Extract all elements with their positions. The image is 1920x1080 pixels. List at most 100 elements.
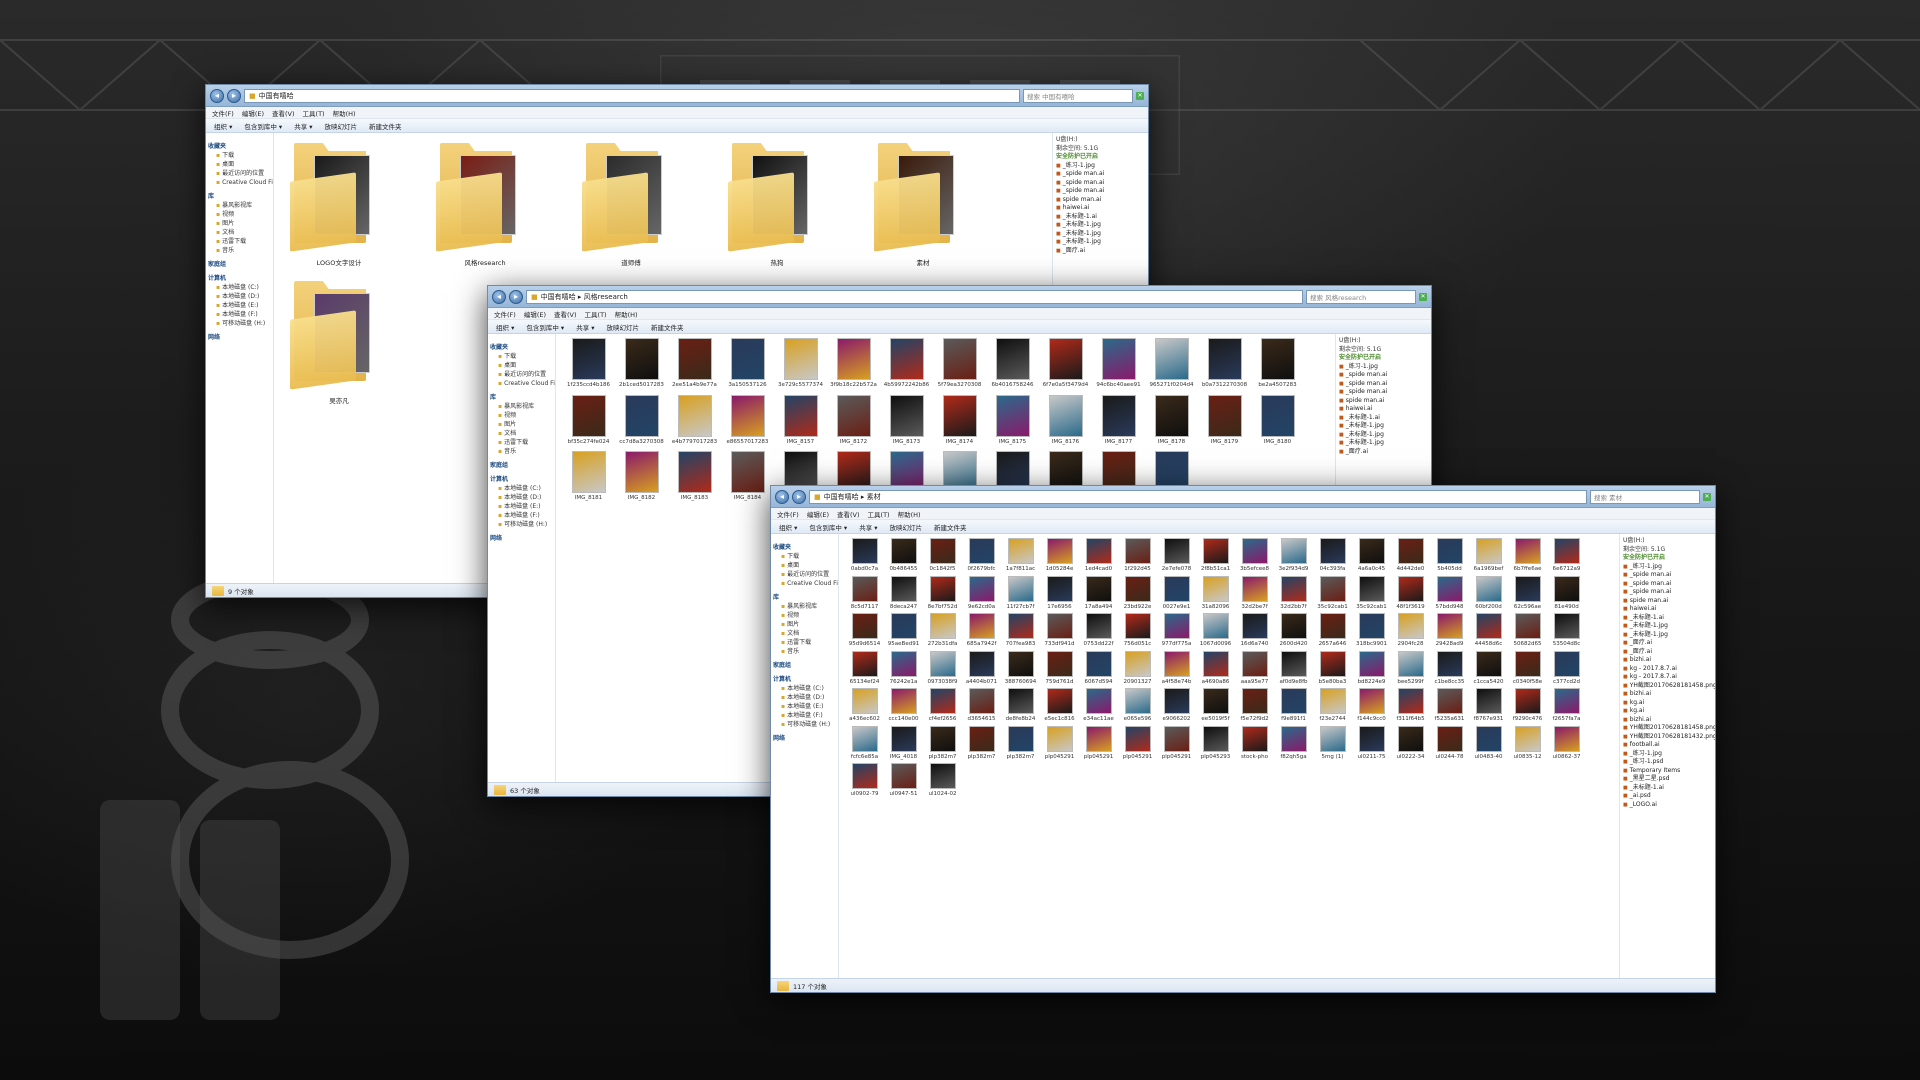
nav-group[interactable]: 计算机	[490, 475, 553, 484]
drive-file[interactable]: _未标题-1.ai	[1623, 614, 1712, 623]
file-thumbnail[interactable]: plp045291	[1040, 725, 1079, 761]
drive-file[interactable]: _面疗.ai	[1623, 648, 1712, 657]
folder-tile[interactable]: 素材	[868, 137, 978, 267]
drive-file[interactable]: Temporary Items	[1623, 767, 1712, 776]
nav-item[interactable]: 本地磁盘 (D:)	[773, 693, 836, 702]
back-button[interactable]: ◂	[775, 489, 789, 504]
file-thumbnail[interactable]: 388760694	[1001, 650, 1040, 686]
drive-file[interactable]: bizhi.ai	[1623, 690, 1712, 699]
file-thumbnail[interactable]: c0340f58e	[1508, 650, 1547, 686]
file-thumbnail[interactable]: 8deca247	[884, 575, 923, 611]
nav-item[interactable]: 桌面	[208, 160, 271, 169]
file-thumbnail[interactable]: IMG_8180	[1251, 394, 1304, 446]
nav-item[interactable]: 最近访问的位置	[773, 570, 836, 579]
file-thumbnail[interactable]: 272b31dfa	[923, 613, 962, 648]
file-thumbnail[interactable]: be2a4507283	[1251, 338, 1304, 389]
drive-file[interactable]: _面疗.ai	[1623, 639, 1712, 648]
address-bar[interactable]: ■ 中国有嘻哈 ▸ 风格research	[526, 289, 1303, 304]
drive-file[interactable]: _黑星二星.psd	[1623, 775, 1712, 784]
file-thumbnail[interactable]: 32d2be7f	[1235, 575, 1274, 611]
close-icon[interactable]: ✕	[1703, 492, 1711, 501]
drive-file[interactable]: kg - 2017.8.7.ai	[1623, 673, 1712, 682]
file-thumbnail[interactable]: 1d05284e	[1040, 538, 1079, 573]
drive-file[interactable]: _未标题-1.jpg	[1056, 221, 1145, 230]
nav-item[interactable]: 本地磁盘 (D:)	[208, 292, 271, 301]
nav-item[interactable]: 本地磁盘 (E:)	[208, 301, 271, 310]
file-thumbnail[interactable]: 2657a646	[1313, 613, 1352, 648]
file-thumbnail[interactable]: 977df775a	[1157, 613, 1196, 648]
drive-file[interactable]: _spide man.ai	[1339, 380, 1428, 389]
file-thumbnail[interactable]: e065e596	[1118, 688, 1157, 723]
file-thumbnail[interactable]: 11f27cb7f	[1001, 575, 1040, 611]
file-thumbnail[interactable]: ul0902-79	[845, 763, 884, 798]
file-thumbnail[interactable]: e5ec1c816	[1040, 688, 1079, 723]
drive-file[interactable]: kg.ai	[1623, 699, 1712, 708]
file-thumbnail[interactable]: ee5019f5f	[1196, 688, 1235, 723]
file-thumbnail[interactable]: 1067d0096	[1196, 613, 1235, 648]
nav-item[interactable]: 文档	[490, 429, 553, 438]
drive-file[interactable]: football.ai	[1623, 741, 1712, 750]
close-icon[interactable]: ✕	[1419, 292, 1427, 301]
drive-file[interactable]: _练习-1.jpg	[1623, 563, 1712, 572]
file-thumbnail[interactable]: 50682d65	[1508, 613, 1547, 648]
menu-file[interactable]: 文件(F)	[494, 309, 516, 319]
drive-file[interactable]: _面疗.ai	[1056, 247, 1145, 256]
drive-file[interactable]: haiwei.ai	[1339, 405, 1428, 414]
menu-help[interactable]: 帮助(H)	[898, 509, 921, 519]
file-thumbnail[interactable]: cc7d8a3270308	[615, 394, 668, 446]
drive-file[interactable]: spide man.ai	[1339, 397, 1428, 406]
nav-item[interactable]: 本地磁盘 (C:)	[773, 684, 836, 693]
file-thumbnail[interactable]: bf35c274fe024	[562, 394, 615, 446]
file-thumbnail[interactable]: IMG_8175	[986, 394, 1039, 446]
drive-file[interactable]: bizhi.ai	[1623, 716, 1712, 725]
drive-file[interactable]: YH截图20170628181458.png	[1623, 724, 1715, 733]
folder-tile[interactable]: LOGO文字设计	[284, 137, 394, 267]
nav-item[interactable]: 暴风影视库	[208, 201, 271, 210]
drive-file[interactable]: kg - 2017.8.7.ai	[1623, 665, 1712, 674]
include-library-button[interactable]: 包含到库中 ▾	[526, 322, 564, 332]
nav-item[interactable]: 迅雷下载	[490, 438, 553, 447]
file-thumbnail[interactable]: plp382m7	[923, 725, 962, 761]
file-thumbnail[interactable]: 318bc9901	[1352, 613, 1391, 648]
drive-file[interactable]: _未标题-1.jpg	[1056, 230, 1145, 239]
file-thumbnail[interactable]: ul1024-02	[923, 763, 962, 798]
new-folder-button[interactable]: 新建文件夹	[651, 322, 684, 332]
drive-file[interactable]: _ai.psd	[1623, 792, 1712, 801]
file-thumbnail[interactable]: 6a1969bef	[1469, 538, 1508, 573]
drive-file[interactable]: _spide man.ai	[1056, 187, 1145, 196]
file-thumbnail[interactable]: stock-pho	[1235, 725, 1274, 761]
file-thumbnail[interactable]: f9290c476	[1508, 688, 1547, 723]
drive-file[interactable]: _面疗.ai	[1339, 448, 1428, 457]
drive-file[interactable]: _练习-1.jpg	[1623, 750, 1712, 759]
file-thumbnail[interactable]: b0a7312270308	[1198, 338, 1251, 389]
nav-group[interactable]: 网络	[773, 734, 836, 743]
file-thumbnail[interactable]: f5e72f9d2	[1235, 688, 1274, 723]
back-button[interactable]: ◂	[210, 88, 224, 103]
forward-button[interactable]: ▸	[792, 489, 806, 504]
file-thumbnail[interactable]: 759d761d	[1040, 650, 1079, 686]
file-thumbnail[interactable]: e34ac11ae	[1079, 688, 1118, 723]
file-thumbnail[interactable]: ul0862-37	[1547, 725, 1586, 761]
file-thumbnail[interactable]: 32d2bb7f	[1274, 575, 1313, 611]
nav-item[interactable]: 迅雷下载	[208, 237, 271, 246]
file-thumbnail[interactable]: 6b7ffe6ae	[1508, 538, 1547, 573]
nav-item[interactable]: 图片	[208, 219, 271, 228]
search-input[interactable]: 搜索 风格research	[1306, 289, 1416, 304]
drive-file[interactable]: _练习-1.jpg	[1339, 363, 1428, 372]
file-thumbnail[interactable]: IMG_8174	[933, 394, 986, 446]
slideshow-button[interactable]: 放映幻灯片	[607, 322, 640, 332]
file-thumbnail[interactable]: 48f1f3619	[1391, 575, 1430, 611]
file-thumbnail[interactable]: 81e490d	[1547, 575, 1586, 611]
search-input[interactable]: 搜索 素材	[1590, 489, 1700, 504]
file-thumbnail[interactable]: 3f9b18c22b572a	[827, 338, 880, 389]
include-library-button[interactable]: 包含到库中 ▾	[809, 522, 847, 532]
slideshow-button[interactable]: 放映幻灯片	[325, 121, 358, 131]
share-button[interactable]: 共享 ▾	[576, 322, 594, 332]
address-bar[interactable]: ■ 中国有嘻哈	[244, 88, 1020, 103]
file-thumbnail[interactable]: ul0244-78	[1430, 725, 1469, 761]
explorer-window-materials[interactable]: ◂ ▸ ■ 中国有嘻哈 ▸ 素材 搜索 素材 ✕ 文件(F) 编辑(E) 查看(…	[770, 485, 1716, 993]
file-thumbnail[interactable]: 3b5efcee8	[1235, 538, 1274, 573]
nav-group[interactable]: 计算机	[208, 274, 271, 283]
nav-group[interactable]: 收藏夹	[208, 142, 271, 151]
file-thumbnail[interactable]: 0c1842f5	[923, 538, 962, 573]
